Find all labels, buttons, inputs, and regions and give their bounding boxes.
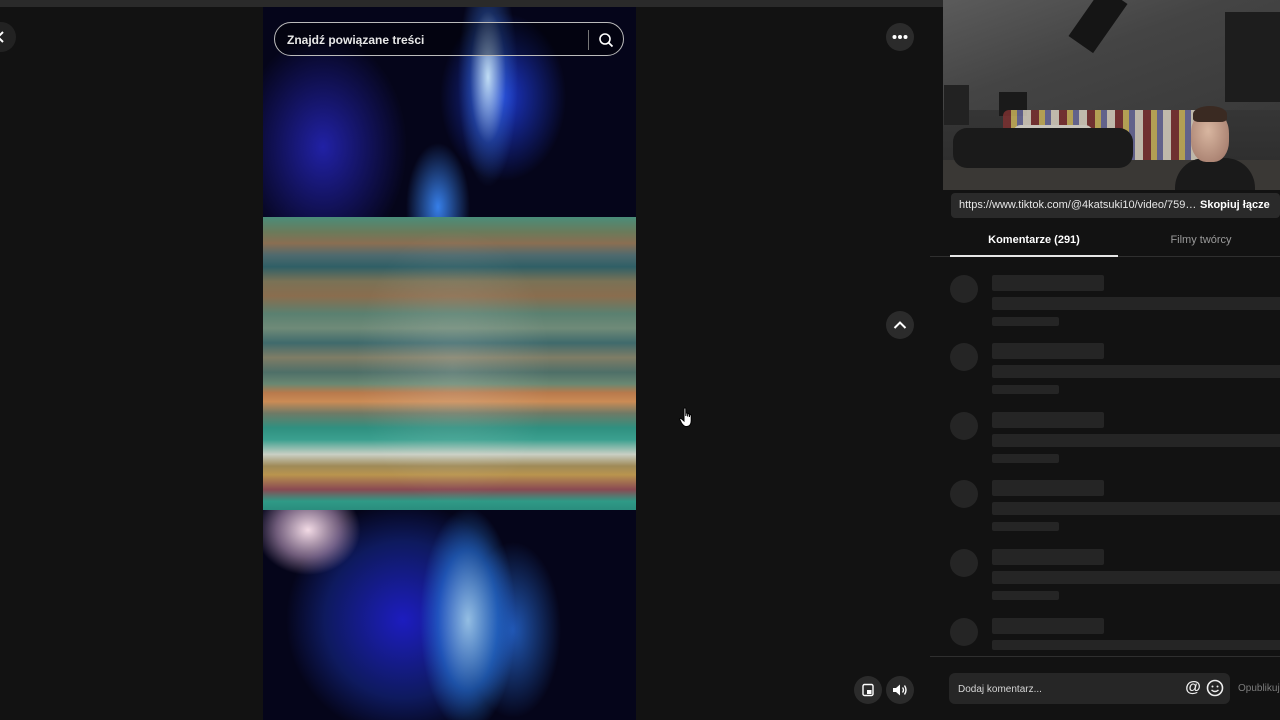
video-frame-glitch (263, 217, 636, 510)
panel-tabs: Komentarze (291) Filmy twórcy (930, 228, 1280, 257)
more-horizontal-icon (892, 35, 908, 39)
comment-input[interactable] (956, 673, 1180, 706)
comment-skeleton (950, 480, 1280, 536)
copy-link-button[interactable]: Skopiuj łącze (1200, 193, 1270, 218)
comment-footer-divider (930, 656, 1280, 657)
more-options-button[interactable] (886, 23, 914, 51)
publish-button[interactable]: Opublikuj (1238, 673, 1280, 704)
floating-player-icon (862, 683, 874, 697)
webcam-overlay (943, 0, 1280, 190)
video-player[interactable] (263, 7, 636, 720)
comment-skeleton (950, 618, 1280, 674)
search-divider (588, 30, 589, 50)
video-link-row: https://www.tiktok.com/@4katsuki10/video… (951, 193, 1280, 218)
tab-creator-videos[interactable]: Filmy twórcy (1118, 228, 1280, 255)
floating-player-button[interactable] (854, 676, 882, 704)
emoji-icon[interactable] (1206, 679, 1224, 697)
top-bar-line (0, 0, 943, 7)
search-input[interactable] (285, 23, 589, 57)
search-button[interactable] (593, 27, 619, 53)
chevron-left-icon (0, 31, 4, 43)
volume-icon (893, 684, 907, 696)
chevron-up-icon (893, 321, 907, 329)
search-icon (599, 33, 614, 48)
hand-cursor-icon (679, 407, 695, 434)
related-search-bar (274, 22, 624, 57)
comment-skeleton (950, 275, 1280, 331)
video-url: https://www.tiktok.com/@4katsuki10/video… (959, 199, 1197, 211)
tab-comments[interactable]: Komentarze (291) (950, 228, 1118, 257)
comment-box: @ (949, 673, 1230, 706)
at-sign-icon[interactable]: @ (1184, 679, 1202, 697)
volume-button[interactable] (886, 676, 914, 704)
comment-skeleton (950, 412, 1280, 468)
previous-video-button[interactable] (886, 311, 914, 339)
back-button[interactable] (0, 22, 16, 52)
comment-skeleton (950, 343, 1280, 399)
comment-skeleton (950, 549, 1280, 605)
video-frame-bottom (263, 510, 636, 720)
